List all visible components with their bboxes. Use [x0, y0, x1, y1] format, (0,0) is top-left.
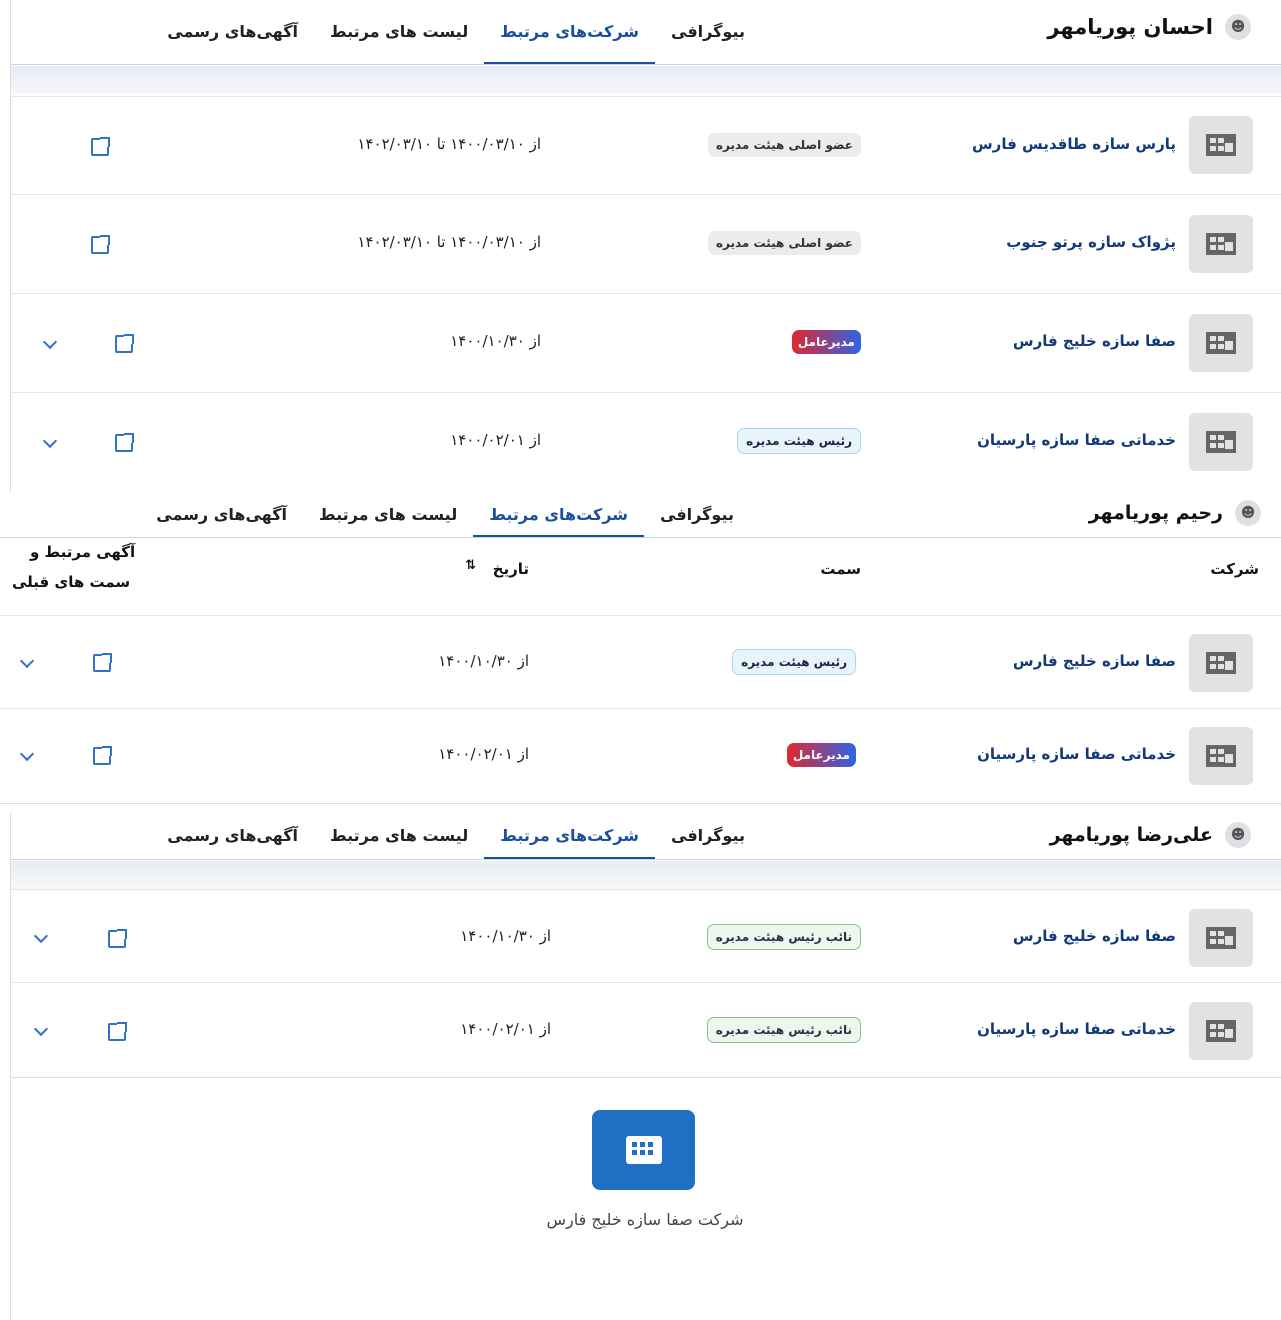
company-link[interactable]: صفا سازه خلیج فارس — [1013, 927, 1176, 945]
role-badge: نائب رئیس هیئت مدیره — [706, 924, 861, 950]
open-external-icon[interactable] — [115, 334, 134, 353]
table-row: خدماتی صفا سازه پارسیان رئیس هیئت مدیره … — [11, 392, 1281, 491]
user-icon: ☻ — [1235, 500, 1261, 526]
person-panel-3: ☻ علی‌رضا پوریامهر بیوگرافی شرکت‌های مرت… — [10, 813, 1281, 1078]
tab-related-lists[interactable]: لیست های مرتبط — [303, 493, 473, 535]
person-panel-2: ☻ رحیم پوریامهر بیوگرافی شرکت‌های مرتبط … — [0, 493, 1281, 804]
company-link[interactable]: خدماتی صفا سازه پارسیان — [977, 745, 1176, 763]
column-related: آگهی مرتبط و — [30, 543, 136, 561]
company-node-label: شرکت صفا سازه خلیج فارس — [546, 1210, 744, 1229]
sort-icon[interactable]: ⇅ — [465, 558, 476, 573]
person-title: ☻ علی‌رضا پوریامهر — [1050, 822, 1251, 848]
table-header-strip — [11, 66, 1281, 94]
table-header-strip — [11, 861, 1281, 889]
role-badge: مدیرعامل — [786, 743, 856, 767]
open-external-icon[interactable] — [108, 1022, 127, 1041]
table-row: پژواک سازه پرتو جنوب عضو اصلی هیئت مدیره… — [11, 194, 1281, 293]
date-range: از ۱۴۰۰/۰۲/۰۱ — [460, 1020, 551, 1038]
tab-bar: بیوگرافی شرکت‌های مرتبط لیست های مرتبط آ… — [81, 813, 761, 859]
open-external-icon[interactable] — [108, 929, 127, 948]
date-range: از ۱۴۰۰/۱۰/۳۰ — [438, 652, 529, 670]
date-range: از ۱۴۰۰/۰۳/۱۰ تا ۱۴۰۲/۰۳/۱۰ — [357, 135, 541, 153]
user-icon: ☻ — [1225, 822, 1251, 848]
chevron-down-icon[interactable] — [42, 334, 58, 350]
chevron-down-icon[interactable] — [19, 653, 35, 669]
company-link[interactable]: صفا سازه خلیج فارس — [1013, 332, 1176, 350]
building-icon — [1189, 727, 1253, 785]
role-badge: عضو اصلی هیئت مدیره — [707, 133, 861, 157]
table-row: صفا سازه خلیج فارس رئیس هیئت مدیره از ۱۴… — [0, 615, 1281, 709]
open-external-icon[interactable] — [93, 653, 112, 672]
role-badge: مدیرعامل — [791, 330, 861, 354]
tab-bar: بیوگرافی شرکت‌های مرتبط لیست های مرتبط آ… — [81, 0, 761, 64]
table-row: خدماتی صفا سازه پارسیان نائب رئیس هیئت م… — [11, 982, 1281, 1076]
role-badge: رئیس هیئت مدیره — [737, 428, 861, 454]
tab-related-companies[interactable]: شرکت‌های مرتبط — [473, 493, 645, 537]
tab-biography[interactable]: بیوگرافی — [644, 493, 750, 535]
tab-official-ads[interactable]: آگهی‌های رسمی — [151, 813, 314, 857]
company-link[interactable]: خدماتی صفا سازه پارسیان — [977, 1020, 1176, 1038]
company-link[interactable]: صفا سازه خلیج فارس — [1013, 652, 1176, 670]
tab-official-ads[interactable]: آگهی‌های رسمی — [151, 0, 314, 62]
tab-bar: بیوگرافی شرکت‌های مرتبط لیست های مرتبط آ… — [70, 493, 750, 537]
person-name: علی‌رضا پوریامهر — [1049, 824, 1213, 846]
column-role[interactable]: سمت — [820, 560, 861, 578]
panel-header: ☻ رحیم پوریامهر بیوگرافی شرکت‌های مرتبط … — [0, 493, 1281, 538]
tab-biography[interactable]: بیوگرافی — [655, 813, 761, 857]
table-row: صفا سازه خلیج فارس مدیرعامل از ۱۴۰۰/۱۰/۳… — [11, 293, 1281, 392]
column-date[interactable]: تاریخ — [493, 560, 529, 578]
tab-related-companies[interactable]: شرکت‌های مرتبط — [484, 813, 656, 859]
open-external-icon[interactable] — [91, 137, 110, 156]
date-range: از ۱۴۰۰/۱۰/۳۰ — [450, 332, 541, 350]
tab-biography[interactable]: بیوگرافی — [655, 0, 761, 62]
table-row: صفا سازه خلیج فارس نائب رئیس هیئت مدیره … — [11, 889, 1281, 983]
date-range: از ۱۴۰۰/۰۳/۱۰ تا ۱۴۰۲/۰۳/۱۰ — [357, 233, 541, 251]
building-icon — [1189, 909, 1253, 967]
date-range: از ۱۴۰۰/۱۰/۳۰ — [460, 927, 551, 945]
date-range: از ۱۴۰۰/۰۲/۰۱ — [450, 431, 541, 449]
column-company: شرکت — [1210, 560, 1259, 578]
user-icon: ☻ — [1225, 14, 1251, 40]
building-icon — [1189, 634, 1253, 692]
person-title: ☻ احسان پوریامهر — [1047, 14, 1251, 40]
role-badge: رئیس هیئت مدیره — [732, 649, 856, 675]
open-external-icon[interactable] — [115, 433, 134, 452]
panel-header: ☻ علی‌رضا پوریامهر بیوگرافی شرکت‌های مرت… — [11, 813, 1281, 860]
open-external-icon[interactable] — [93, 746, 112, 765]
open-external-icon[interactable] — [91, 235, 110, 254]
building-icon — [1189, 116, 1253, 174]
role-badge: نائب رئیس هیئت مدیره — [706, 1017, 861, 1043]
building-icon — [1189, 314, 1253, 372]
person-title: ☻ رحیم پوریامهر — [1089, 500, 1261, 526]
panel-header: ☻ احسان پوریامهر بیوگرافی شرکت‌های مرتبط… — [11, 0, 1281, 65]
company-link[interactable]: پژواک سازه پرتو جنوب — [1006, 233, 1176, 251]
tab-related-lists[interactable]: لیست های مرتبط — [314, 813, 484, 857]
table-row: خدماتی صفا سازه پارسیان مدیرعامل از ۱۴۰۰… — [0, 708, 1281, 802]
person-name: رحیم پوریامهر — [1088, 502, 1223, 524]
building-icon — [1189, 413, 1253, 471]
chevron-down-icon[interactable] — [33, 1021, 49, 1037]
building-icon — [1189, 1002, 1253, 1060]
tab-official-ads[interactable]: آگهی‌های رسمی — [140, 493, 303, 535]
chevron-down-icon[interactable] — [42, 433, 58, 449]
building-icon — [1189, 215, 1253, 273]
role-badge: عضو اصلی هیئت مدیره — [707, 231, 861, 255]
tab-related-companies[interactable]: شرکت‌های مرتبط — [484, 0, 656, 64]
table-row: پارس سازه طاقدیس فارس عضو اصلی هیئت مدیر… — [11, 96, 1281, 195]
chevron-down-icon[interactable] — [19, 746, 35, 762]
date-range: از ۱۴۰۰/۰۲/۰۱ — [438, 745, 529, 763]
person-name: احسان پوریامهر — [1047, 15, 1213, 39]
company-link[interactable]: خدماتی صفا سازه پارسیان — [977, 431, 1176, 449]
building-icon[interactable] — [592, 1110, 695, 1190]
person-panel-1: ☻ احسان پوریامهر بیوگرافی شرکت‌های مرتبط… — [10, 0, 1281, 492]
tab-related-lists[interactable]: لیست های مرتبط — [314, 0, 484, 62]
company-link[interactable]: پارس سازه طاقدیس فارس — [972, 135, 1176, 153]
chevron-down-icon[interactable] — [33, 928, 49, 944]
column-related: سمت های قبلی — [12, 573, 131, 591]
